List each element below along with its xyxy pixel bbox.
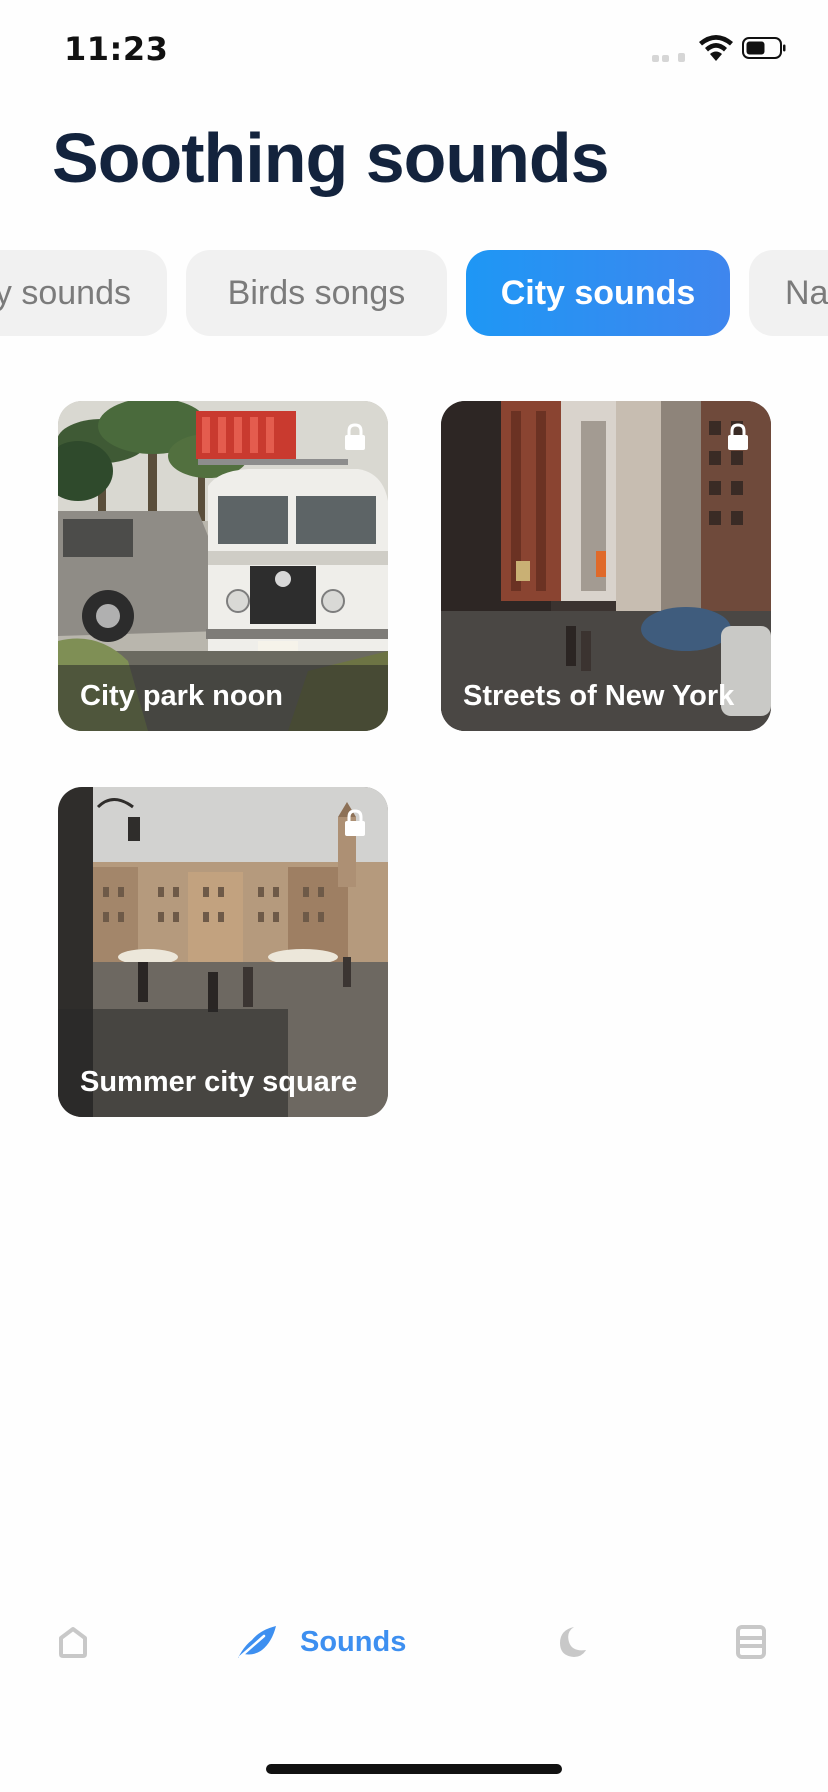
lock-icon (728, 423, 748, 450)
battery-icon (742, 37, 786, 59)
feather-icon (238, 1626, 276, 1659)
card-title: City park noon (80, 680, 284, 712)
status-bar: 11:23 (0, 0, 828, 100)
status-time: 11:23 (64, 30, 169, 68)
journal-icon (736, 1625, 766, 1659)
home-icon (59, 1627, 87, 1658)
tab-bar: Sounds (0, 1600, 828, 1684)
lock-icon (345, 809, 365, 836)
chip-next-category[interactable]: Na (749, 250, 828, 336)
lock-icon (345, 423, 365, 450)
wifi-icon (699, 35, 733, 61)
home-indicator[interactable] (266, 1764, 562, 1774)
chip-label: Na (785, 274, 828, 312)
tab-sounds[interactable]: Sounds (236, 1600, 406, 1684)
tab-sounds-label: Sounds (300, 1625, 407, 1658)
page-title: Soothing sounds (52, 119, 610, 197)
tab-journal[interactable] (736, 1600, 766, 1684)
tab-home[interactable] (56, 1600, 90, 1684)
card-title: Streets of New York (463, 680, 735, 712)
chip-nature-sounds[interactable]: y sounds (0, 250, 167, 336)
chip-label: City sounds (500, 274, 696, 312)
sound-card-city-park-noon[interactable]: City park noon (58, 401, 388, 731)
moon-icon (560, 1627, 586, 1657)
card-title: Summer city square (80, 1066, 358, 1098)
chip-birds-songs[interactable]: Birds songs (186, 250, 447, 336)
category-chip-row[interactable]: y sounds Birds songs City sounds Na (0, 250, 828, 338)
sound-card-summer-city-square[interactable]: Summer city square (58, 787, 388, 1117)
tab-sleep[interactable] (552, 1600, 588, 1684)
cellular-signal-icon (652, 50, 692, 62)
chip-label: y sounds (0, 274, 131, 312)
chip-label: Birds songs (227, 274, 406, 312)
sound-card-streets-of-new-york[interactable]: Streets of New York (441, 401, 771, 731)
chip-city-sounds[interactable]: City sounds (466, 250, 730, 336)
